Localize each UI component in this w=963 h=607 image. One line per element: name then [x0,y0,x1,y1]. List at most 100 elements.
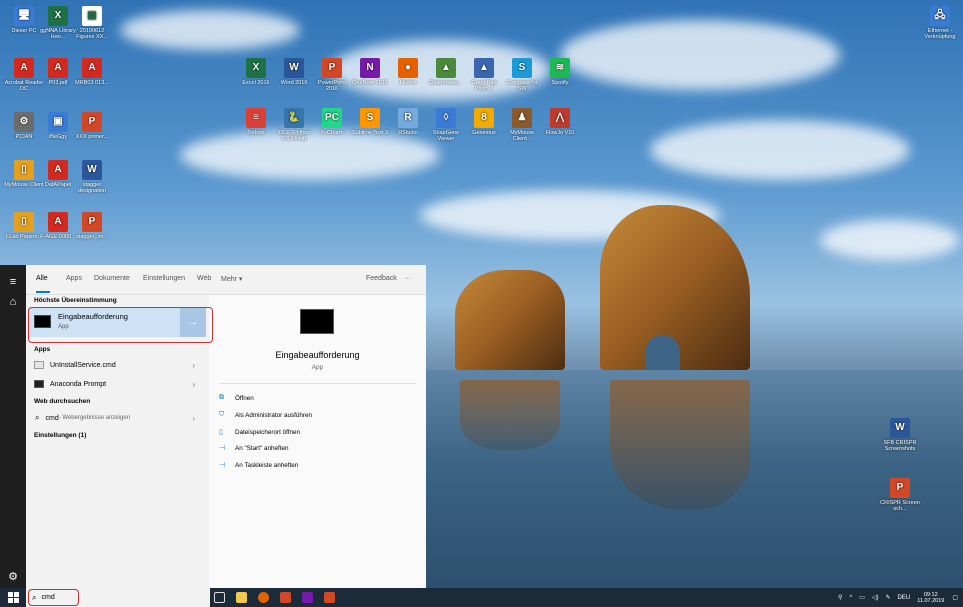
action-open-location[interactable]: ▯ Dateispeicherort öffnen [219,428,300,437]
shortcut-icon: P [82,112,102,132]
onenote-icon[interactable] [302,592,313,603]
preview-title: Eingabeaufforderung [275,350,360,360]
settings-gear-icon[interactable]: ⚙ [0,565,26,587]
app-result-uninstallservice[interactable]: UnInstallService.cmd › [26,355,209,375]
desktop-shortcut[interactable]: ⋀ FlowJo V10 [540,108,580,136]
shortcut-icon: P [890,478,910,498]
web-search-result[interactable]: ⌕ cmd - Webergebnisse anzeigen › [26,408,209,428]
tab-mehr[interactable]: Mehr ▾ [221,275,242,283]
chevron-right-icon[interactable]: › [192,361,195,370]
shortcut-icon: A [48,160,68,180]
desktop-shortcut[interactable]: ▲ Datenmana... [426,58,466,86]
shortcut-label: PowerPoint 2016 [317,80,347,92]
shortcut-icon: A [14,58,34,78]
shortcut-label: Datenmana... [429,80,463,86]
desktop-shortcut[interactable]: S Compass for SW [502,58,542,92]
settings-header[interactable]: Einstellungen (1) [34,432,86,439]
shortcut-icon: 8 [474,108,494,128]
shortcut-label: Geneious [472,130,496,136]
desktop-shortcut[interactable]: Pstagger_str... [72,212,112,240]
slack-icon[interactable] [280,592,291,603]
web-query-suffix: - Webergebnisse anzeigen [58,415,130,421]
desktop-shortcut[interactable]: PC PyCharm [312,108,352,136]
chevron-up-icon[interactable]: ^ [849,595,852,601]
app-result-anaconda[interactable]: Anaconda Prompt › [26,374,209,394]
tab-einstellungen[interactable]: Einstellungen [143,275,185,282]
desktop-shortcut[interactable]: P CRISPR Screen sch... [880,478,920,512]
shortcut-icon: S [360,108,380,128]
shortcut-label: Ethernet - Verknüpfung [924,28,956,40]
hamburger-menu-icon[interactable]: ≡ [0,271,26,293]
desktop-shortcut[interactable]: ▲ GraphPad Prism 7 [464,58,504,92]
desktop-shortcut[interactable]: ≡ Todoist [236,108,276,136]
network-icon[interactable]: ▭ [859,594,865,601]
tab-alle[interactable]: Alle [36,275,48,282]
clock[interactable]: 09:12 11.07.2019 [917,592,944,604]
search-filter-tabs: Alle Apps Dokumente Einstellungen Web Me… [26,265,426,295]
desktop-shortcut[interactable]: 8 Geneious [464,108,504,136]
language-indicator[interactable]: DEU [898,595,911,601]
more-options-icon[interactable]: ··· [404,275,411,282]
desktop-shortcut[interactable]: ▦ 20190612 Figures XX... [72,6,112,40]
shortcut-icon: A [48,58,68,78]
app-result-label: Anaconda Prompt [50,380,107,388]
pen-icon[interactable]: ✎ [886,594,891,601]
desktop-shortcut[interactable]: P PowerPoint 2016 [312,58,352,92]
shortcut-label: Compass for SW [506,80,538,92]
shortcut-label: stagger_str... [76,234,108,240]
shortcut-icon: ▣ [48,112,68,132]
tab-dokumente[interactable]: Dokumente [94,275,130,282]
desktop-shortcut[interactable]: ◊ SnapGene Viewer [426,108,466,142]
terminal-icon [34,380,44,388]
action-run-as-admin[interactable]: ⛉ Als Administrator ausführen [219,411,312,419]
shortcut-label: 20190612 Figures XX... [76,28,108,40]
tab-web[interactable]: Web [197,275,211,282]
action-label: An "Start" anheften [235,444,289,452]
desktop-shortcut[interactable]: 🖧 Ethernet - Verknüpfung [920,6,960,40]
rock-small [455,270,565,370]
desktop-shortcut[interactable]: ♟ MyMouse Client... [502,108,542,142]
shortcut-icon: W [890,418,910,438]
firefox-icon[interactable] [258,592,269,603]
desktop-shortcut[interactable]: X Excel 2016 [236,58,276,86]
shortcut-label: Sublime Text 3 [352,130,388,136]
notifications-icon[interactable]: ▢ [952,594,958,601]
search-highlight-box [28,589,79,606]
home-icon[interactable]: ⌂ [0,291,26,313]
folder-icon: ▯ [219,429,223,436]
task-view-icon[interactable] [214,592,225,603]
desktop-shortcut[interactable]: 🐍 IDLE (Python 3.6 64-bit) [274,108,314,142]
active-tab-indicator [36,291,50,293]
chevron-right-icon[interactable]: › [192,414,195,423]
desktop-shortcut[interactable]: W SFB CRISPR Screenshots [880,418,920,452]
action-pin-start[interactable]: ⊣ An "Start" anheften [219,444,289,453]
cmd-file-icon [34,361,44,369]
action-open[interactable]: ⧉ Öffnen [219,394,254,402]
file-explorer-icon[interactable] [236,592,247,603]
chevron-right-icon[interactable]: › [192,380,195,389]
desktop-shortcut[interactable]: W Word 2016 [274,58,314,86]
tab-apps[interactable]: Apps [66,275,82,282]
action-pin-taskbar[interactable]: ⊣ An Taskleiste anheften [219,461,298,470]
people-icon[interactable]: ⚲ [838,594,842,601]
desktop-shortcut[interactable]: N OneNote 2016 [350,58,390,86]
feedback-link[interactable]: Feedback [366,275,397,282]
shortcut-label: XXX primer... [75,134,109,140]
shortcut-icon: ● [398,58,418,78]
desktop-shortcut[interactable]: ≋ Spotify [540,58,580,86]
clock-date: 11.07.2019 [917,597,945,604]
shortcut-icon: ⚙ [14,112,34,132]
action-label: Dateispeicherort öffnen [235,428,300,436]
taskbar: ⌕ cmd ⚲ ^ ▭ ◁) ✎ DEU 09:12 11.07.2019 ▢ [0,588,963,607]
shortcut-icon: A [82,58,102,78]
desktop-shortcut[interactable]: S Sublime Text 3 [350,108,390,136]
shortcut-icon: X [48,6,68,26]
powerpoint-icon[interactable] [324,592,335,603]
desktop-shortcut[interactable]: R RStudio [388,108,428,136]
desktop-shortcut[interactable]: Wstagger designation [72,160,112,194]
desktop-shortcut[interactable]: A MRB03 013... [72,58,112,86]
desktop-shortcut[interactable]: ● Firefox [388,58,428,86]
volume-icon[interactable]: ◁) [872,594,879,601]
desktop-shortcut[interactable]: P XXX primer... [72,112,112,140]
windows-start-icon[interactable] [8,592,19,603]
